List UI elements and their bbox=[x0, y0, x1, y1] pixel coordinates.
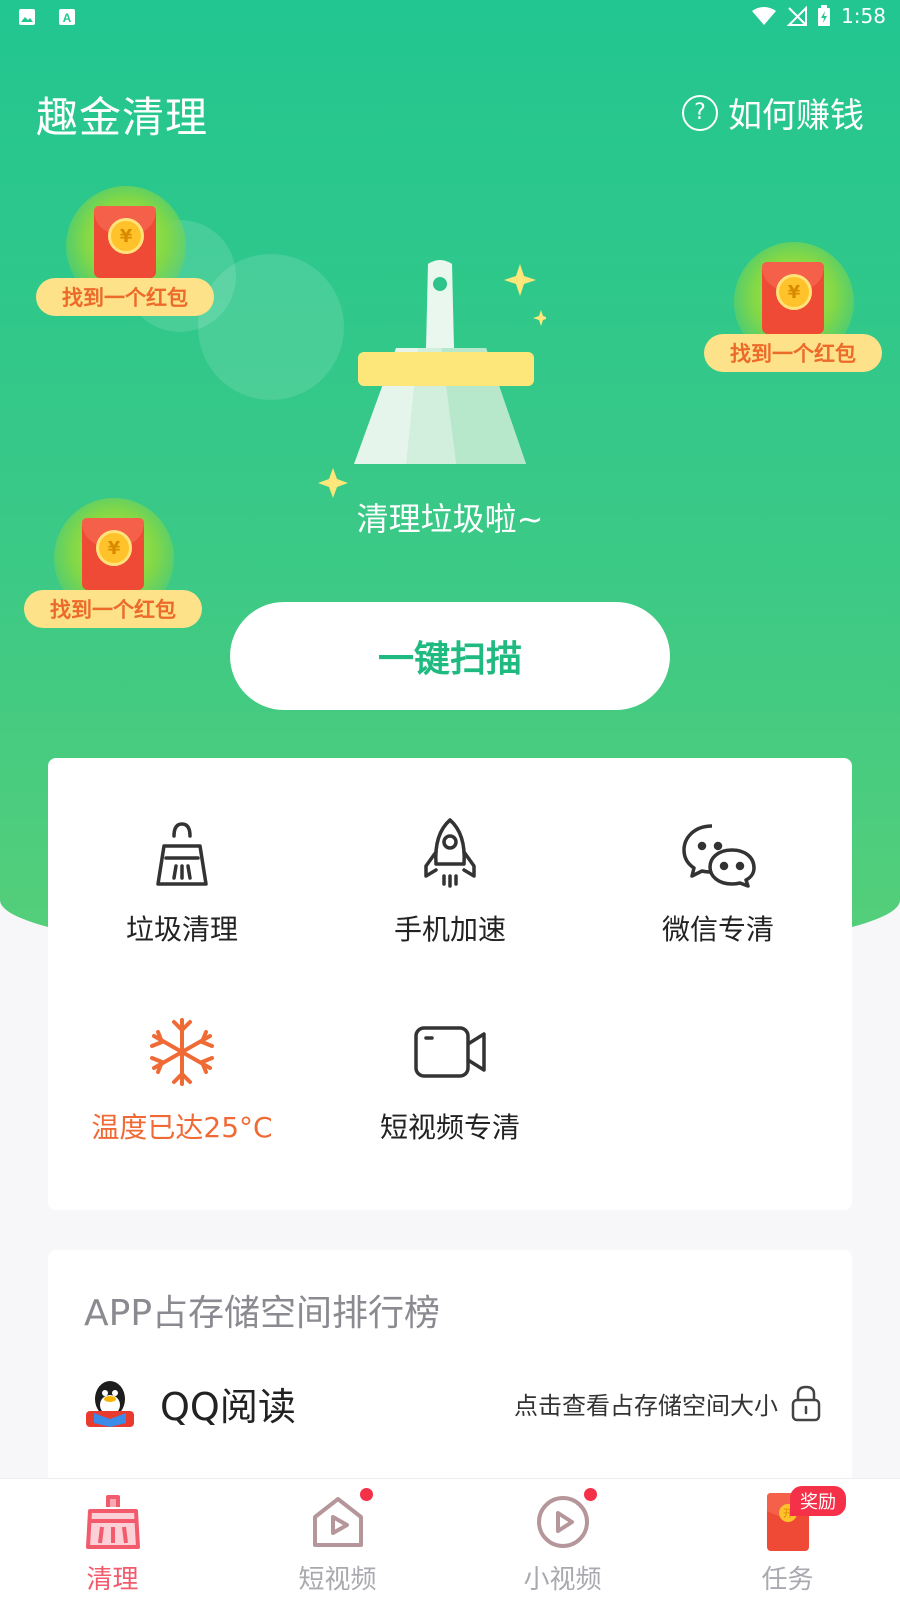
video-camera-icon bbox=[414, 1026, 486, 1078]
help-icon: ? bbox=[682, 94, 718, 131]
notification-dot bbox=[360, 1488, 373, 1501]
tool-label: 微信专清 bbox=[661, 913, 774, 946]
bottom-tab-bar: 清理 短视频 小视频 开 任务 bbox=[0, 1478, 900, 1601]
app-title: 趣金清理 bbox=[36, 93, 209, 142]
hero-caption: 清理垃圾啦~ bbox=[356, 500, 544, 538]
tab-tasks[interactable]: 开 任务 bbox=[675, 1491, 900, 1596]
tool-temperature[interactable]: 温度已达25°C bbox=[48, 1012, 316, 1146]
play-circle-icon bbox=[536, 1496, 589, 1548]
how-to-earn-label: 如何赚钱 bbox=[728, 96, 864, 136]
ranking-hint: 点击查看占存储空间大小 bbox=[514, 1391, 778, 1420]
tab-label: 小视频 bbox=[523, 1565, 602, 1595]
signal-icon bbox=[787, 6, 808, 26]
tool-label: 手机加速 bbox=[393, 913, 506, 946]
red-packet-tag: 找到一个红包 bbox=[24, 590, 202, 628]
rocket-icon bbox=[424, 818, 476, 888]
broom-tab-icon bbox=[85, 1495, 140, 1549]
broom-icon bbox=[156, 822, 208, 886]
qq-reader-app-icon bbox=[86, 1381, 134, 1427]
tools-card: 垃圾清理 手机加速 微信专清 温度已达25°C 短视频专清 bbox=[48, 758, 852, 1210]
tab-label: 任务 bbox=[761, 1565, 814, 1595]
status-time: 1:58 bbox=[841, 4, 886, 28]
tab-label: 清理 bbox=[86, 1565, 139, 1595]
battery-icon bbox=[818, 5, 831, 26]
ranking-app-name: QQ阅读 bbox=[160, 1384, 296, 1429]
red-packet[interactable]: ¥ 找到一个红包 bbox=[704, 242, 884, 382]
tool-junk-clean[interactable]: 垃圾清理 bbox=[48, 814, 316, 948]
font-icon: A bbox=[59, 9, 75, 25]
svg-text:A: A bbox=[63, 11, 72, 25]
storage-ranking-card: APP占存储空间排行榜 QQ阅读 点击查看占存储空间大小 bbox=[48, 1250, 852, 1480]
notification-dot bbox=[584, 1488, 597, 1501]
tab-label: 短视频 bbox=[298, 1565, 377, 1595]
red-packet-tag: 找到一个红包 bbox=[704, 334, 882, 372]
lock-icon bbox=[791, 1385, 821, 1422]
reward-badge: 奖励 bbox=[790, 1486, 846, 1516]
tool-short-video-clean[interactable]: 短视频专清 bbox=[316, 1012, 584, 1146]
decor-bubble bbox=[198, 254, 344, 400]
red-packet[interactable]: ¥ 找到一个红包 bbox=[36, 186, 216, 326]
ranking-title: APP占存储空间排行榜 bbox=[84, 1293, 441, 1334]
tool-phone-boost[interactable]: 手机加速 bbox=[316, 814, 584, 948]
image-icon bbox=[19, 9, 35, 25]
status-bar: A 1:58 bbox=[0, 0, 900, 36]
broom-illustration-icon bbox=[354, 260, 546, 464]
coin-icon: ¥ bbox=[776, 274, 812, 310]
coin-icon: ¥ bbox=[108, 218, 144, 254]
tab-clean[interactable]: 清理 bbox=[0, 1491, 225, 1596]
tool-wechat-clean[interactable]: 微信专清 bbox=[584, 814, 852, 948]
tab-mini-video[interactable]: 小视频 bbox=[450, 1491, 675, 1596]
wifi-icon bbox=[752, 7, 777, 25]
tab-short-video[interactable]: 短视频 bbox=[225, 1491, 450, 1596]
tool-label: 垃圾清理 bbox=[125, 913, 238, 946]
red-packet-tag: 找到一个红包 bbox=[36, 278, 214, 316]
how-to-earn-button[interactable]: ? 如何赚钱 bbox=[682, 88, 864, 137]
one-click-scan-button[interactable]: 一键扫描 bbox=[230, 602, 670, 710]
tool-label: 温度已达25°C bbox=[91, 1111, 273, 1144]
tool-label: 短视频专清 bbox=[379, 1111, 520, 1144]
ranking-row[interactable]: QQ阅读 点击查看占存储空间大小 bbox=[82, 1368, 822, 1438]
snowflake-icon bbox=[150, 1018, 214, 1086]
home-play-icon bbox=[312, 1497, 363, 1547]
wechat-icon bbox=[682, 824, 756, 888]
